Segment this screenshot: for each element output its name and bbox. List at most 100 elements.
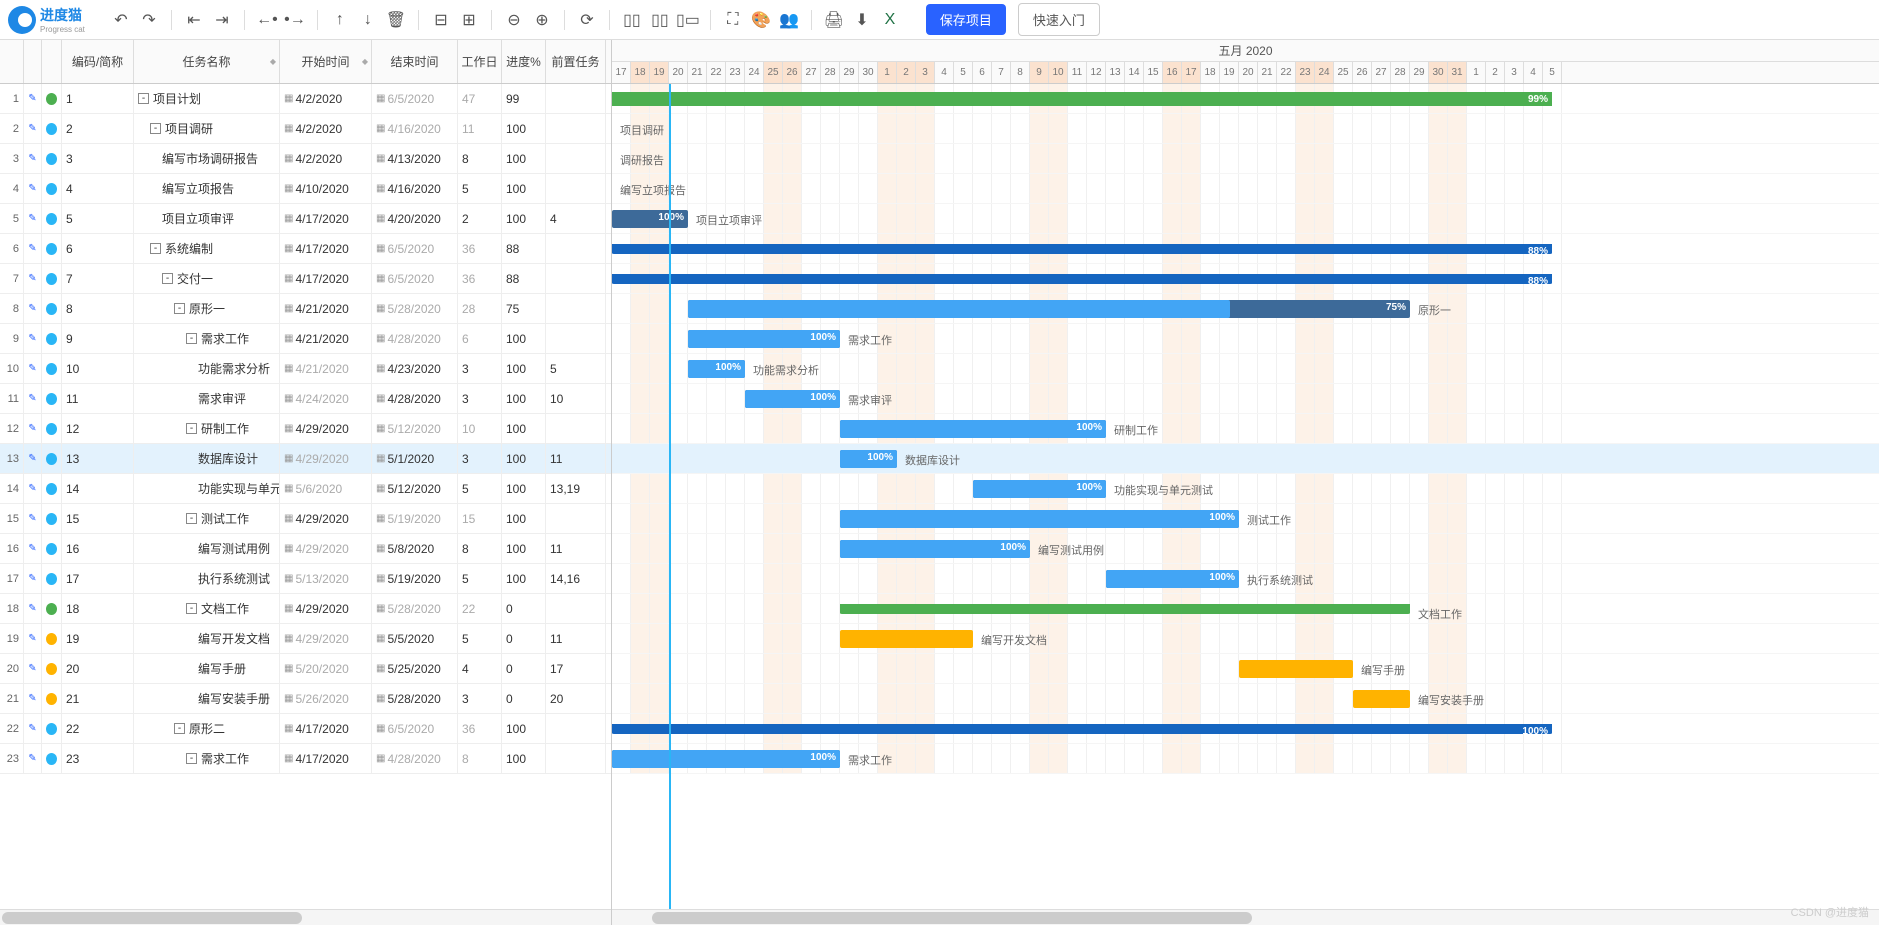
col-end[interactable]: 结束时间 (372, 40, 458, 83)
task-code[interactable]: 9 (62, 324, 134, 353)
gantt-row[interactable]: 编写手册 (612, 654, 1879, 684)
end-date[interactable]: ▦5/28/2020 (372, 594, 458, 623)
task-code[interactable]: 12 (62, 414, 134, 443)
task-name-cell[interactable]: 功能需求分析 (134, 354, 280, 383)
work-days[interactable]: 8 (458, 144, 502, 173)
start-date[interactable]: ▦4/29/2020 (280, 594, 372, 623)
task-code[interactable]: 20 (62, 654, 134, 683)
gantt-bar[interactable]: 100%编写测试用例 (840, 540, 1030, 558)
expand-icon[interactable]: ⊟ (429, 8, 453, 32)
work-days[interactable]: 22 (458, 594, 502, 623)
progress-pct[interactable]: 100 (502, 204, 546, 233)
start-date[interactable]: ▦4/29/2020 (280, 444, 372, 473)
work-days[interactable]: 2 (458, 204, 502, 233)
task-row[interactable]: 8✎8-原形一▦4/21/2020▦5/28/20202875 (0, 294, 611, 324)
edit-icon[interactable]: ✎ (24, 354, 42, 383)
toggle-icon[interactable]: - (174, 303, 185, 314)
edit-icon[interactable]: ✎ (24, 174, 42, 203)
task-row[interactable]: 22✎22-原形二▦4/17/2020▦6/5/202036100 (0, 714, 611, 744)
end-date[interactable]: ▦6/5/2020 (372, 84, 458, 113)
gantt-row[interactable]: 编写开发文档 (612, 624, 1879, 654)
move-right-icon[interactable]: •→ (283, 8, 307, 32)
gantt-row[interactable]: 88% (612, 234, 1879, 264)
edit-icon[interactable]: ✎ (24, 654, 42, 683)
predecessors[interactable] (546, 744, 606, 773)
start-date[interactable]: ▦4/2/2020 (280, 114, 372, 143)
predecessors[interactable]: 10 (546, 384, 606, 413)
task-name-cell[interactable]: -需求工作 (134, 324, 280, 353)
gantt-row[interactable]: 100%需求工作 (612, 744, 1879, 774)
task-code[interactable]: 18 (62, 594, 134, 623)
excel-icon[interactable]: X (878, 8, 902, 32)
work-days[interactable]: 36 (458, 264, 502, 293)
progress-pct[interactable]: 100 (502, 414, 546, 443)
gantt-row[interactable]: 编写安装手册 (612, 684, 1879, 714)
task-name-cell[interactable]: 编写测试用例 (134, 534, 280, 563)
start-date[interactable]: ▦4/17/2020 (280, 744, 372, 773)
gantt-scroll-h[interactable] (612, 909, 1879, 925)
gantt-row[interactable]: 100%需求审评 (612, 384, 1879, 414)
gantt-row[interactable]: 100%测试工作 (612, 504, 1879, 534)
grid-body[interactable]: 1✎1-项目计划▦4/2/2020▦6/5/202047992✎2-项目调研▦4… (0, 84, 611, 909)
gantt-row[interactable]: 100%编写测试用例 (612, 534, 1879, 564)
gantt-body[interactable]: 99%项目调研调研报告编写立项报告100%项目立项审评88%88%75%原形一1… (612, 84, 1879, 909)
task-row[interactable]: 2✎2-项目调研▦4/2/2020▦4/16/202011100 (0, 114, 611, 144)
predecessors[interactable]: 17 (546, 654, 606, 683)
task-name-cell[interactable]: -研制工作 (134, 414, 280, 443)
toggle-icon[interactable]: - (162, 273, 173, 284)
progress-pct[interactable]: 88 (502, 264, 546, 293)
task-row[interactable]: 13✎13数据库设计▦4/29/2020▦5/1/2020310011 (0, 444, 611, 474)
gantt-bar[interactable]: 100%项目立项审评 (612, 210, 688, 228)
work-days[interactable]: 8 (458, 744, 502, 773)
task-name-cell[interactable]: -原形一 (134, 294, 280, 323)
move-up-icon[interactable]: ↑ (328, 8, 352, 32)
predecessors[interactable] (546, 294, 606, 323)
task-code[interactable]: 3 (62, 144, 134, 173)
end-date[interactable]: ▦5/25/2020 (372, 654, 458, 683)
predecessors[interactable] (546, 84, 606, 113)
start-date[interactable]: ▦4/21/2020 (280, 294, 372, 323)
task-code[interactable]: 4 (62, 174, 134, 203)
refresh-icon[interactable]: ⟳ (575, 8, 599, 32)
edit-icon[interactable]: ✎ (24, 204, 42, 233)
predecessors[interactable] (546, 114, 606, 143)
work-days[interactable]: 28 (458, 294, 502, 323)
collapse-icon[interactable]: ⊞ (457, 8, 481, 32)
gantt-bar[interactable]: 100% (612, 724, 1552, 734)
gantt-bar[interactable]: 99% (612, 92, 1552, 106)
gantt-row[interactable]: 100%需求工作 (612, 324, 1879, 354)
task-row[interactable]: 23✎23-需求工作▦4/17/2020▦4/28/20208100 (0, 744, 611, 774)
start-date[interactable]: ▦4/21/2020 (280, 324, 372, 353)
work-days[interactable]: 47 (458, 84, 502, 113)
end-date[interactable]: ▦4/28/2020 (372, 324, 458, 353)
delete-icon[interactable]: 🗑 (384, 8, 408, 32)
work-days[interactable]: 10 (458, 414, 502, 443)
task-name-cell[interactable]: -原形二 (134, 714, 280, 743)
task-code[interactable]: 1 (62, 84, 134, 113)
predecessors[interactable] (546, 324, 606, 353)
col-days[interactable]: 工作日 (458, 40, 502, 83)
start-date[interactable]: ▦5/13/2020 (280, 564, 372, 593)
layout3-icon[interactable]: ▯▭ (676, 8, 700, 32)
edit-icon[interactable]: ✎ (24, 594, 42, 623)
progress-pct[interactable]: 100 (502, 354, 546, 383)
task-name-cell[interactable]: 功能实现与单元测试 (134, 474, 280, 503)
undo-icon[interactable]: ↶ (109, 8, 133, 32)
task-code[interactable]: 23 (62, 744, 134, 773)
task-row[interactable]: 16✎16编写测试用例▦4/29/2020▦5/8/2020810011 (0, 534, 611, 564)
predecessors[interactable]: 4 (546, 204, 606, 233)
progress-pct[interactable]: 100 (502, 114, 546, 143)
toggle-icon[interactable]: - (186, 603, 197, 614)
start-date[interactable]: ▦4/21/2020 (280, 354, 372, 383)
grid-scroll-h[interactable] (0, 909, 611, 925)
task-row[interactable]: 7✎7-交付一▦4/17/2020▦6/5/20203688 (0, 264, 611, 294)
progress-pct[interactable]: 0 (502, 654, 546, 683)
start-date[interactable]: ▦4/29/2020 (280, 504, 372, 533)
predecessors[interactable]: 13,19 (546, 474, 606, 503)
edit-icon[interactable]: ✎ (24, 504, 42, 533)
task-name-cell[interactable]: -需求工作 (134, 744, 280, 773)
gantt-bar[interactable]: 100%功能实现与单元测试 (973, 480, 1106, 498)
end-date[interactable]: ▦4/23/2020 (372, 354, 458, 383)
task-row[interactable]: 10✎10功能需求分析▦4/21/2020▦4/23/202031005 (0, 354, 611, 384)
progress-pct[interactable]: 99 (502, 84, 546, 113)
